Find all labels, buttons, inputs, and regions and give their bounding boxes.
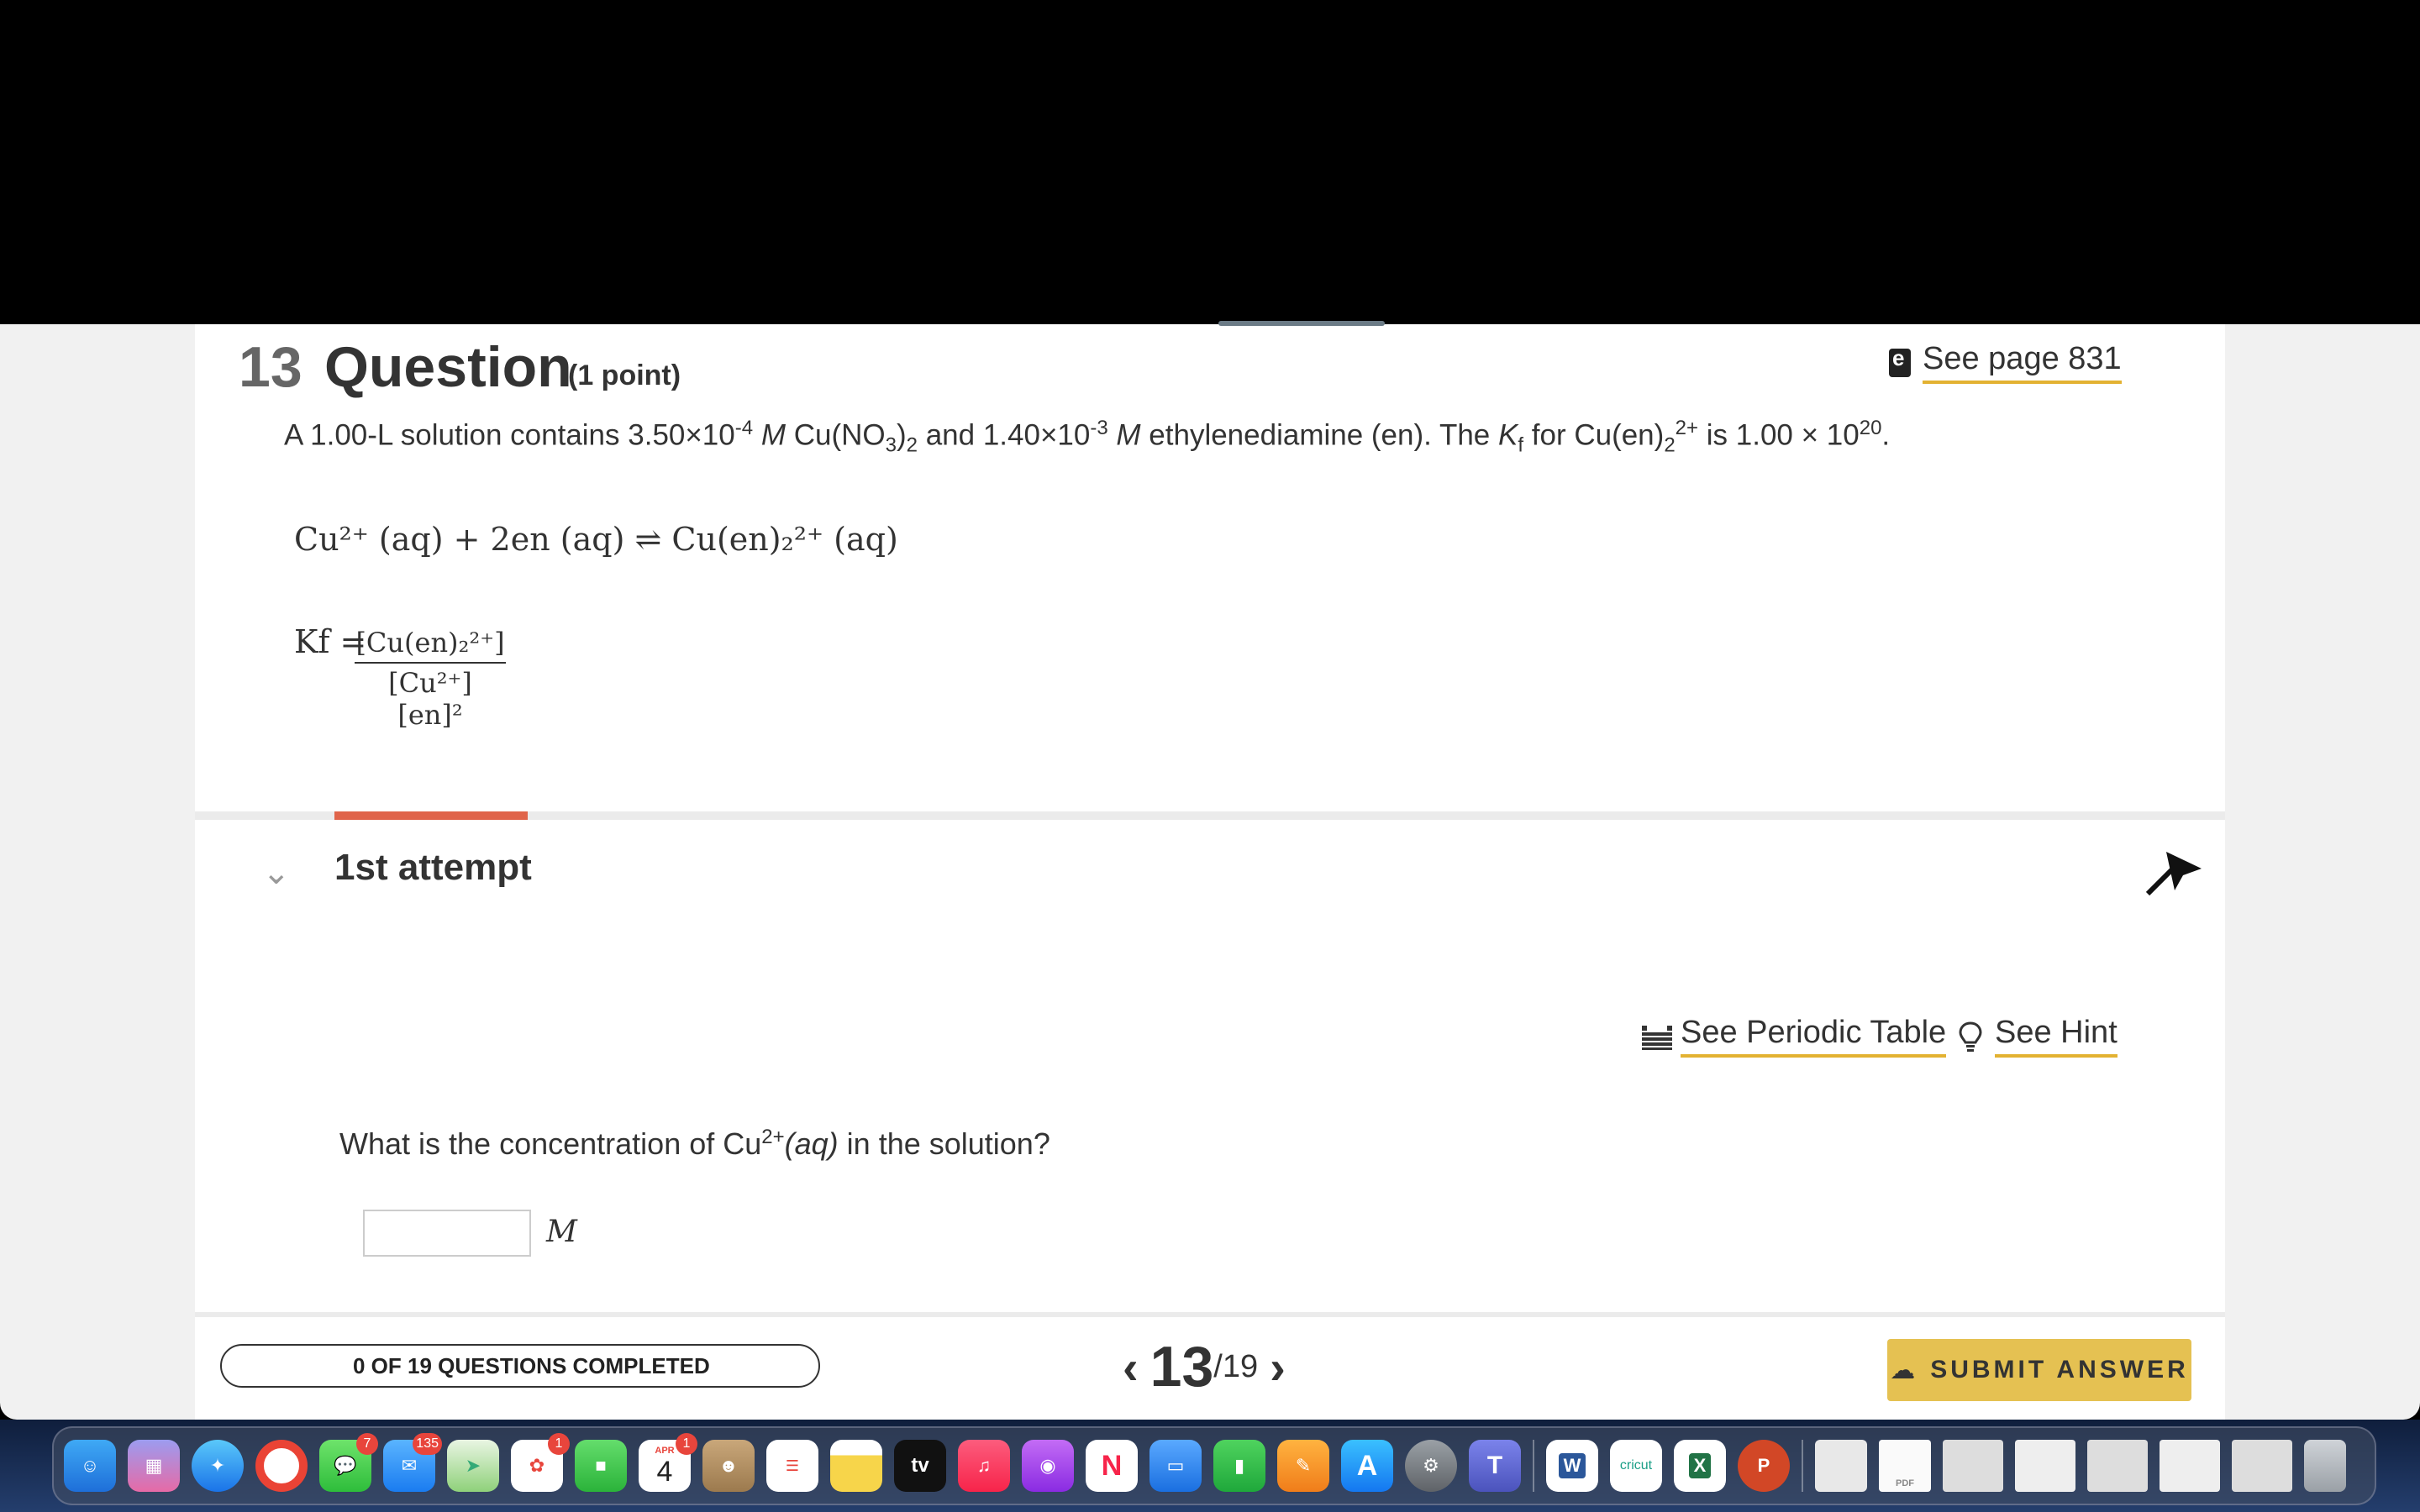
messages-badge: 7 [356,1433,378,1455]
excel-label: X [1688,1453,1712,1478]
next-question-button[interactable]: › [1258,1340,1297,1394]
mail-icon[interactable]: ✉ 135 [383,1433,442,1492]
ebook-icon [1889,345,1911,377]
facetime-icon[interactable]: ■ [575,1440,627,1492]
dock-separator [1533,1440,1534,1492]
calendar-month: APR [655,1446,675,1456]
progress-indicator: 0 OF 19 QUESTIONS COMPLETED [220,1344,820,1388]
apple-tv-icon[interactable]: tv [894,1440,946,1492]
recent-window-thumbnail-5[interactable] [2232,1440,2292,1492]
podcasts-icon[interactable]: ◉ [1022,1440,1074,1492]
kf-fraction: [Cu(en)₂²⁺] [Cu²⁺] [en]² [355,627,506,731]
cricut-icon[interactable]: cricut [1610,1440,1662,1492]
question-heading: Question [324,335,572,399]
mail-badge: 135 [413,1433,442,1455]
system-preferences-icon[interactable]: ⚙ [1405,1440,1457,1492]
flag-icon[interactable] [2141,847,2205,897]
cricut-label: cricut [1619,1458,1653,1473]
calendar-day: 4 [656,1456,673,1488]
messages-icon[interactable]: 💬 7 [319,1433,378,1492]
question-number: 13 [239,335,302,399]
news-icon[interactable]: N [1086,1440,1138,1492]
safari-icon[interactable]: ✦ [192,1440,244,1492]
macos-dock: ☺ ▦ ✦ 💬 7 ✉ 135 ➤ ✿ 1 ■ APR 4 1 ☻ ☰ tv ♫ ◉ … [52,1426,2376,1505]
maps-icon[interactable]: ➤ [447,1440,499,1492]
reminders-icon[interactable]: ☰ [766,1440,818,1492]
see-periodic-table-link[interactable]: See Periodic Table [1642,1015,1947,1058]
keynote-icon[interactable]: ▭ [1150,1440,1202,1492]
pdf-document-icon[interactable]: PDF [1879,1440,1931,1492]
word-icon[interactable]: W [1546,1440,1598,1492]
lightbulb-icon [1959,1021,1982,1052]
content-viewport: 13 Question (1 point) See page 831 A 1.0… [0,324,2420,1420]
answer-input[interactable] [363,1210,531,1257]
powerpoint-icon[interactable]: P [1738,1440,1790,1492]
calendar-icon[interactable]: APR 4 1 [639,1433,697,1492]
see-hint-label: See Hint [1995,1015,2118,1058]
footer-bar: 0 OF 19 QUESTIONS COMPLETED ‹ 13 /19 › ☁… [195,1312,2225,1420]
pages-icon[interactable]: ✎ [1277,1440,1329,1492]
pdf-label: PDF [1896,1478,1914,1488]
contacts-icon[interactable]: ☻ [702,1440,755,1492]
kf-numerator: [Cu(en)₂²⁺] [355,627,506,664]
answer-unit: M [546,1215,577,1249]
question-pager: ‹ 13 /19 › [1111,1334,1297,1399]
submit-answer-button[interactable]: ☁ SUBMIT ANSWER [1887,1339,2191,1401]
finder-icon[interactable]: ☺ [64,1440,116,1492]
question-card: 13 Question (1 point) See page 831 A 1.0… [195,324,2225,1420]
attempt-accent-bar [334,811,528,820]
app-store-icon[interactable]: A [1341,1440,1393,1492]
prev-question-button[interactable]: ‹ [1111,1340,1150,1394]
periodic-table-icon [1642,1025,1672,1050]
window-resize-handle[interactable] [1218,321,1385,326]
chevron-down-icon[interactable]: ⌄ [262,853,291,892]
calendar-badge: 1 [676,1433,697,1455]
launchpad-icon[interactable]: ▦ [128,1440,180,1492]
powerpoint-label: P [1757,1455,1770,1476]
recent-window-thumbnail-2[interactable] [2015,1440,2075,1492]
kf-denominator: [Cu²⁺] [en]² [388,667,472,731]
word-label: W [1558,1453,1586,1478]
equilibrium-equation: Cu²⁺ (aq) + 2en (aq) ⇌ Cu(en)₂²⁺ (aq) [294,521,898,558]
current-question-number: 13 [1150,1335,1214,1399]
total-questions: /19 [1213,1348,1259,1384]
numbers-icon[interactable]: ▮ [1213,1440,1265,1492]
question-points: (1 point) [568,360,681,391]
photos-icon[interactable]: ✿ 1 [511,1433,570,1492]
upload-cloud-icon: ☁ [1890,1356,1919,1384]
see-periodic-table-label: See Periodic Table [1681,1015,1947,1058]
sub-question-text: What is the concentration of Cu2+(aq) in… [339,1126,1050,1161]
attempt-title: 1st attempt [334,847,532,888]
submit-answer-label: SUBMIT ANSWER [1930,1356,2189,1383]
dock-separator-2 [1802,1440,1803,1492]
recent-window-thumbnail-4[interactable] [2160,1440,2220,1492]
see-page-link[interactable]: See page 831 [1889,341,2122,384]
recent-window-thumbnail-1[interactable] [1943,1440,2003,1492]
black-letterbox-top [0,0,2420,324]
excel-icon[interactable]: X [1674,1440,1726,1492]
recent-window-thumbnail-3[interactable] [2087,1440,2148,1492]
see-page-label: See page 831 [1923,341,2122,384]
apple-tv-label: tv [911,1454,929,1477]
teams-icon[interactable]: T [1469,1440,1521,1492]
problem-statement: A 1.00-L solution contains 3.50×10-4 M C… [284,417,1891,457]
notes-icon[interactable] [830,1440,882,1492]
music-icon[interactable]: ♫ [958,1440,1010,1492]
trash-icon[interactable] [2304,1440,2346,1492]
chrome-icon[interactable] [255,1440,308,1492]
see-hint-link[interactable]: See Hint [1958,1015,2118,1058]
photos-badge: 1 [548,1433,570,1455]
preview-icon[interactable] [1815,1440,1867,1492]
